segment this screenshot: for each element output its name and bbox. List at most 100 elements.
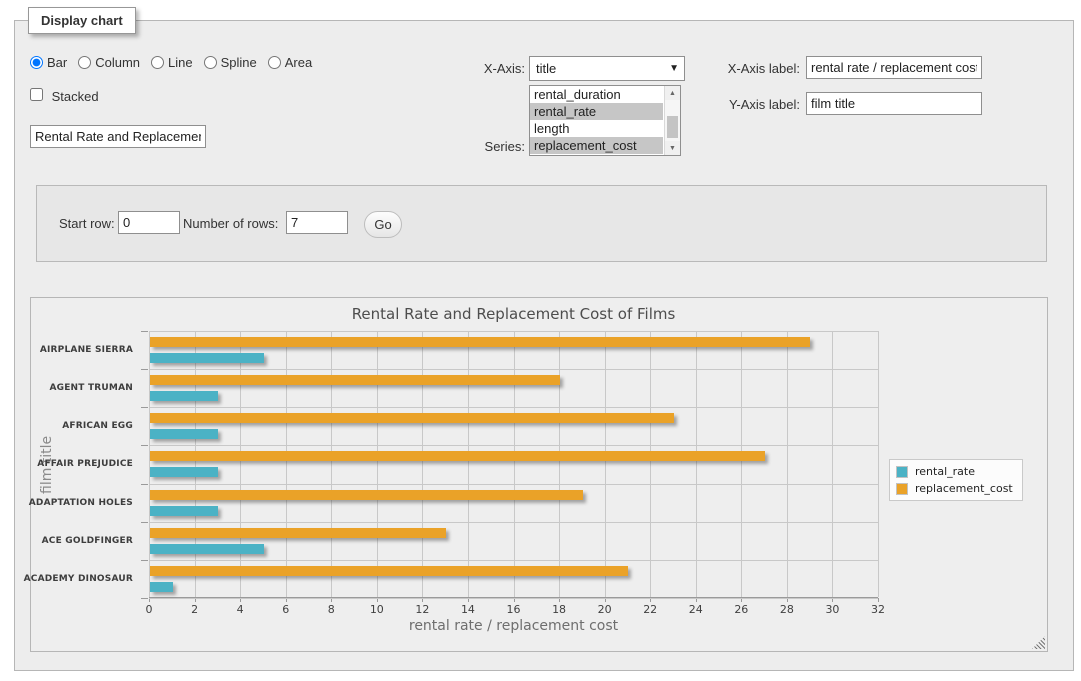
- bar-rental_rate[interactable]: [150, 544, 264, 554]
- category-label: ACE GOLDFINGER: [31, 522, 141, 560]
- chart-type-option-column[interactable]: Column: [78, 55, 140, 70]
- gridline-vertical: [878, 331, 879, 597]
- gridline-horizontal: [149, 598, 878, 599]
- series-option-length[interactable]: length: [530, 120, 663, 137]
- x-tick-label: 16: [499, 603, 529, 616]
- x-axis-select[interactable]: title ▼: [529, 56, 685, 81]
- panel-legend: Display chart: [28, 7, 136, 34]
- chart-type-radio-area[interactable]: [268, 56, 281, 69]
- legend-label: replacement_cost: [915, 482, 1013, 495]
- gridline-vertical: [696, 331, 697, 597]
- bar-rental_rate[interactable]: [150, 391, 218, 401]
- number-of-rows-input[interactable]: [286, 211, 348, 234]
- x-axis-select-label: X-Axis:: [430, 61, 525, 76]
- chart-type-option-line[interactable]: Line: [151, 55, 193, 70]
- bar-rental_rate[interactable]: [150, 467, 218, 477]
- gridline-vertical: [741, 331, 742, 597]
- chart-type-option-spline[interactable]: Spline: [204, 55, 257, 70]
- x-tick-mark: [878, 598, 879, 602]
- chart-type-label-line: Line: [168, 55, 193, 70]
- page: Display chart Bar Column Line Spline Are…: [0, 0, 1081, 681]
- y-tick-mark: [141, 407, 148, 408]
- scroll-up-icon[interactable]: ▲: [665, 86, 680, 100]
- x-axis-label-label: X-Axis label:: [700, 61, 800, 76]
- bar-rental_rate[interactable]: [150, 506, 218, 516]
- gridline-horizontal: [149, 522, 878, 523]
- x-tick-label: 28: [772, 603, 802, 616]
- resize-grip-icon[interactable]: [1032, 636, 1045, 649]
- x-tick-label: 0: [134, 603, 164, 616]
- legend-swatch: [896, 483, 908, 495]
- gridline-vertical: [787, 331, 788, 597]
- gridline-horizontal: [149, 407, 878, 408]
- bar-replacement_cost[interactable]: [150, 566, 628, 576]
- scrollbar-thumb[interactable]: [667, 116, 678, 138]
- bar-replacement_cost[interactable]: [150, 375, 560, 385]
- chart-legend: rental_rate replacement_cost: [889, 459, 1023, 501]
- x-tick-label: 14: [453, 603, 483, 616]
- y-tick-mark: [141, 445, 148, 446]
- series-option-replacement-cost[interactable]: replacement_cost: [530, 137, 663, 154]
- series-option-rental-duration[interactable]: rental_duration: [530, 86, 663, 103]
- chart-type-radio-spline[interactable]: [204, 56, 217, 69]
- category-label: AFRICAN EGG: [31, 407, 141, 445]
- start-row-input[interactable]: [118, 211, 180, 234]
- x-tick-label: 24: [681, 603, 711, 616]
- x-tick-label: 4: [225, 603, 255, 616]
- bar-rental_rate[interactable]: [150, 582, 173, 592]
- gridline-vertical: [468, 331, 469, 597]
- gridline-vertical: [240, 331, 241, 597]
- gridline-vertical: [422, 331, 423, 597]
- bar-replacement_cost[interactable]: [150, 337, 810, 347]
- chart-type-option-area[interactable]: Area: [268, 55, 312, 70]
- series-select-label: Series:: [430, 139, 525, 154]
- chart-type-label-area: Area: [285, 55, 312, 70]
- chart-type-option-bar[interactable]: Bar: [30, 55, 67, 70]
- bar-replacement_cost[interactable]: [150, 528, 446, 538]
- chart-type-label-spline: Spline: [221, 55, 257, 70]
- chart-type-label-column: Column: [95, 55, 140, 70]
- legend-item-replacement_cost: replacement_cost: [896, 482, 1013, 495]
- category-label: AFFAIR PREJUDICE: [31, 445, 141, 483]
- category-label: ADAPTATION HOLES: [31, 484, 141, 522]
- y-tick-mark: [141, 369, 148, 370]
- chart-type-radio-line[interactable]: [151, 56, 164, 69]
- stacked-label: Stacked: [52, 89, 99, 104]
- stacked-checkbox[interactable]: [30, 88, 43, 101]
- gridline-horizontal: [149, 331, 878, 332]
- bar-replacement_cost[interactable]: [150, 490, 583, 500]
- x-tick-label: 20: [590, 603, 620, 616]
- category-label: ACADEMY DINOSAUR: [31, 560, 141, 598]
- scroll-down-icon[interactable]: ▼: [665, 141, 680, 155]
- go-button[interactable]: Go: [364, 211, 402, 238]
- bar-rental_rate[interactable]: [150, 353, 264, 363]
- legend-label: rental_rate: [915, 465, 975, 478]
- chart-type-group: Bar Column Line Spline Area: [30, 55, 323, 70]
- stacked-row: Stacked: [30, 88, 99, 104]
- gridline-vertical: [650, 331, 651, 597]
- x-tick-label: 10: [362, 603, 392, 616]
- series-option-rental-rate[interactable]: rental_rate: [530, 103, 663, 120]
- legend-item-rental_rate: rental_rate: [896, 465, 1013, 478]
- series-scrollbar[interactable]: ▲ ▼: [664, 86, 680, 155]
- x-tick-label: 8: [316, 603, 346, 616]
- chart-type-radio-bar[interactable]: [30, 56, 43, 69]
- bar-rental_rate[interactable]: [150, 429, 218, 439]
- gridline-horizontal: [149, 484, 878, 485]
- bar-replacement_cost[interactable]: [150, 451, 765, 461]
- y-tick-mark: [141, 560, 148, 561]
- x-tick-label: 30: [817, 603, 847, 616]
- chart-type-label-bar: Bar: [47, 55, 67, 70]
- gridline-vertical: [559, 331, 560, 597]
- x-tick-labels: 02468101214161820222426283032: [149, 603, 878, 617]
- stacked-option[interactable]: Stacked: [30, 88, 99, 104]
- y-axis-label-label: Y-Axis label:: [700, 97, 800, 112]
- x-tick-label: 12: [407, 603, 437, 616]
- chart-title-input[interactable]: [30, 125, 206, 148]
- y-axis-label-input[interactable]: [806, 92, 982, 115]
- series-select[interactable]: rental_duration rental_rate length repla…: [529, 85, 681, 156]
- bar-replacement_cost[interactable]: [150, 413, 674, 423]
- x-axis-label-input[interactable]: [806, 56, 982, 79]
- chart-type-radio-column[interactable]: [78, 56, 91, 69]
- category-labels: AIRPLANE SIERRAAGENT TRUMANAFRICAN EGGAF…: [31, 331, 141, 598]
